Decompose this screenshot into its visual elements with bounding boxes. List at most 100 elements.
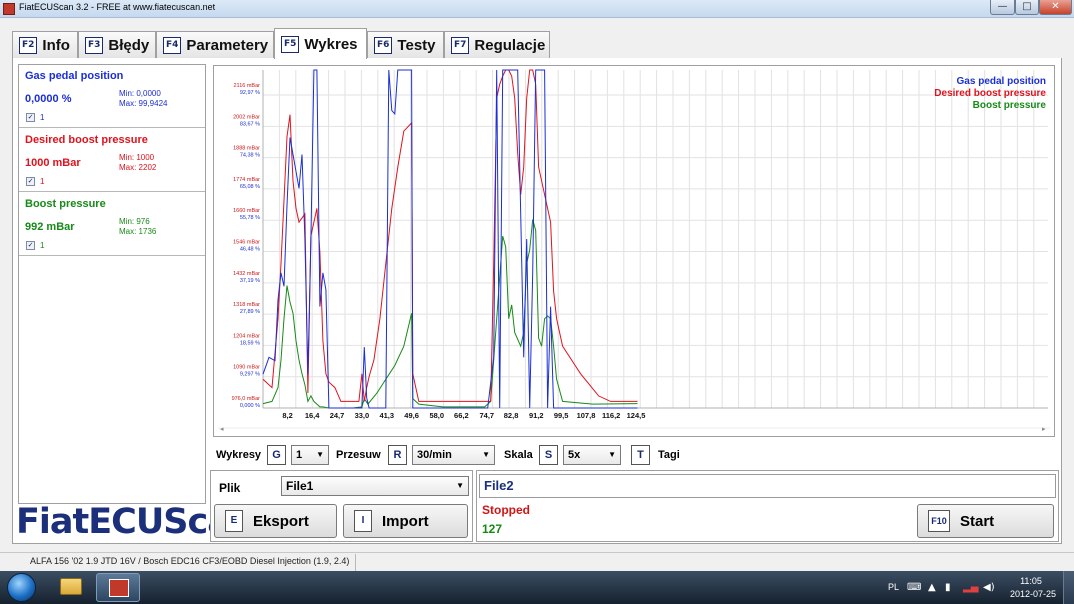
x-tick-label: 124,5 [627,411,646,420]
przesuw-select[interactable]: 30/min ▼ [412,445,495,465]
y-tick-label-mbar: 976,0 mBar [232,396,261,402]
sensor-max: Max: 2202 [119,163,157,172]
sensor-name: Boost pressure [25,198,106,210]
start-button-orb[interactable] [7,573,36,602]
tab-key-f5: F5 [281,35,300,53]
x-tick-label: 49,6 [404,411,419,420]
sensor-min: Min: 1000 [119,153,155,162]
maximize-button[interactable]: □ [1015,0,1039,15]
folder-icon [60,578,82,595]
x-tick-label: 82,8 [504,411,519,420]
fiatecuscan-taskbar-icon[interactable] [96,573,140,602]
chevron-down-icon: ▼ [456,481,464,490]
x-tick-label: 41,3 [379,411,394,420]
language-indicator[interactable]: PL [888,582,899,592]
przesuw-key[interactable]: R [388,445,407,465]
tab-label: Błędy [108,36,150,54]
wykresy-key[interactable]: G [267,445,286,465]
x-tick-label: 24,7 [330,411,345,420]
x-tick-label: 99,5 [554,411,569,420]
skala-label: Skala [504,449,533,461]
chart-svg: 976,0 mBar0,000 % 1090 mBar9,297 % 1204 mB… [218,69,1050,433]
tab-info[interactable]: F2 Info [12,31,78,58]
clock-date[interactable]: 2012-07-25 [1008,589,1058,599]
recording-count: 127 [482,522,503,536]
status-bar: ALFA 156 '02 1.9 JTD 16V / Bosch EDC16 C… [0,552,1074,571]
show-desktop-button[interactable] [1063,571,1074,604]
chevron-down-icon: ▼ [608,450,616,459]
tab-label: Testy [397,36,436,54]
x-tick-label: 66,2 [454,411,469,420]
eksport-button[interactable]: E Eksport [214,504,337,538]
wykresy-value: 1 [296,449,303,461]
start-button[interactable]: F10 Start [917,504,1054,538]
tab-parametery[interactable]: F4 Parametery [156,31,274,58]
y-tick-label-percent: 83,67 % [240,121,260,127]
start-key: F10 [928,510,950,532]
minimize-button[interactable]: — [990,0,1015,15]
y-tick-label-mbar: 1432 mBar [233,271,260,277]
sensor-boost-pressure[interactable]: Boost pressure 992 mBar Min: 976 Max: 17… [19,193,205,256]
sensor-checkbox[interactable]: ✓ [26,113,35,122]
show-hidden-icons-icon[interactable]: ▲ [928,582,936,593]
sensor-value: 0,0000 % [25,93,72,105]
battery-icon[interactable]: ▮ [945,582,951,593]
tab-wykres[interactable]: F5 Wykres [274,28,367,59]
y-tick-label-percent: 46,48 % [240,247,260,253]
sensor-max: Max: 99,9424 [119,99,168,108]
network-icon[interactable]: ▂▄ [963,582,978,593]
keyboard-icon[interactable]: ⌨ [907,582,921,593]
clock-time[interactable]: 11:05 [1016,575,1046,587]
skala-select[interactable]: 5x ▼ [563,445,621,465]
sensor-name: Desired boost pressure [25,134,148,146]
app-window: FiatECUScan 3.2 - FREE at www.fiatecusca… [0,0,1074,604]
skala-key[interactable]: S [539,445,558,465]
sensor-checkbox-label: 1 [40,241,45,250]
y-tick-label-mbar: 1204 mBar [233,333,260,339]
tab-key-f4: F4 [163,36,182,54]
x-tick-label: 16,4 [305,411,320,420]
sensor-gas-pedal[interactable]: Gas pedal position 0,0000 % Min: 0,0000 … [19,65,205,128]
explorer-taskbar-icon[interactable] [49,573,93,602]
tab-regulacje[interactable]: F7 Regulacje [444,31,550,58]
import-button[interactable]: I Import [343,504,468,538]
plik-value: File1 [286,479,314,493]
recording-status: Stopped [482,503,530,517]
series-line-gas-pedal-position [262,69,638,409]
y-tick-label-mbar: 1774 mBar [233,177,260,183]
sensor-value: 1000 mBar [25,157,81,169]
recording-panel: File2 Stopped 127 F10 Start [476,470,1059,542]
x-tick-label: 8,2 [282,411,292,420]
skala-value: 5x [568,449,581,461]
y-tick-label-percent: 55,78 % [240,215,260,221]
chart-legend: Gas pedal position Desired boost pressur… [934,76,1046,112]
sensor-checkbox[interactable]: ✓ [26,177,35,186]
chevron-down-icon: ▼ [316,450,324,459]
wykresy-select[interactable]: 1 ▼ [291,445,329,465]
y-tick-label-percent: 27,89 % [240,309,260,315]
legend-desired-boost: Desired boost pressure [934,88,1046,99]
y-tick-label-percent: 9,297 % [240,372,260,378]
przesuw-value: 30/min [417,449,452,461]
volume-icon[interactable]: ◀) [983,582,995,593]
sensor-min: Min: 976 [119,217,150,226]
close-button[interactable]: ✕ [1039,0,1072,15]
x-tick-label: 33,0 [355,411,370,420]
tab-bledy[interactable]: F3 Błędy [78,31,156,58]
start-label: Start [960,512,995,530]
app-icon [3,3,15,15]
file2-name: File2 [479,474,1056,498]
x-tick-label: 91,2 [529,411,544,420]
tagi-key[interactable]: T [631,445,650,465]
y-tick-label-mbar: 2116 mBar [234,83,261,89]
plik-select[interactable]: File1 ▼ [281,476,469,496]
import-label: Import [382,512,429,530]
sensor-checkbox-label: 1 [40,113,45,122]
tab-testy[interactable]: F6 Testy [367,31,444,58]
vehicle-info: ALFA 156 '02 1.9 JTD 16V / Bosch EDC16 C… [4,554,357,571]
y-tick-label-mbar: 1090 mBar [233,365,260,371]
sensor-value: 992 mBar [25,221,75,233]
sensor-checkbox[interactable]: ✓ [26,241,35,250]
y-tick-label-mbar: 2002 mBar [233,114,260,120]
sensor-desired-boost[interactable]: Desired boost pressure 1000 mBar Min: 10… [19,129,205,192]
